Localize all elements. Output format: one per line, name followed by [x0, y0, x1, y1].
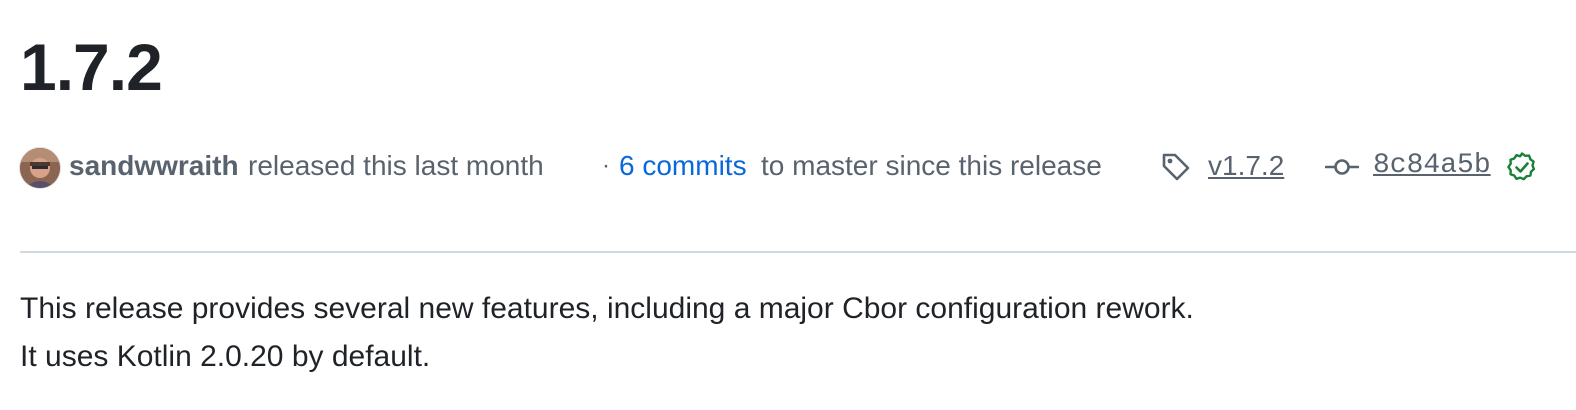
- release-notes-line: This release provides several new featur…: [20, 292, 1194, 325]
- divider: [20, 251, 1576, 253]
- released-text: released this last month: [248, 150, 544, 181]
- release-title: 1.7.2: [20, 30, 163, 104]
- author-link[interactable]: sandwwraith: [69, 144, 239, 188]
- release-meta: sandwwraith released this last month · 6…: [20, 144, 1576, 190]
- tag-icon: [1162, 153, 1190, 181]
- commits-since-release-link[interactable]: 6 commits: [619, 144, 747, 188]
- avatar[interactable]: [20, 148, 60, 188]
- git-commit-icon: [1325, 159, 1359, 175]
- commit-sha-link[interactable]: 8c84a5b: [1373, 144, 1491, 188]
- tag-link[interactable]: v1.7.2: [1208, 144, 1284, 188]
- separator-dot: ·: [602, 152, 610, 179]
- release-notes-line: It uses Kotlin 2.0.20 by default.: [20, 340, 431, 373]
- avatar-image: [20, 148, 60, 188]
- verified-check-icon[interactable]: [1506, 151, 1538, 183]
- release-notes: This release provides several new featur…: [20, 285, 1194, 381]
- commits-since-release-text: to master since this release: [761, 150, 1102, 181]
